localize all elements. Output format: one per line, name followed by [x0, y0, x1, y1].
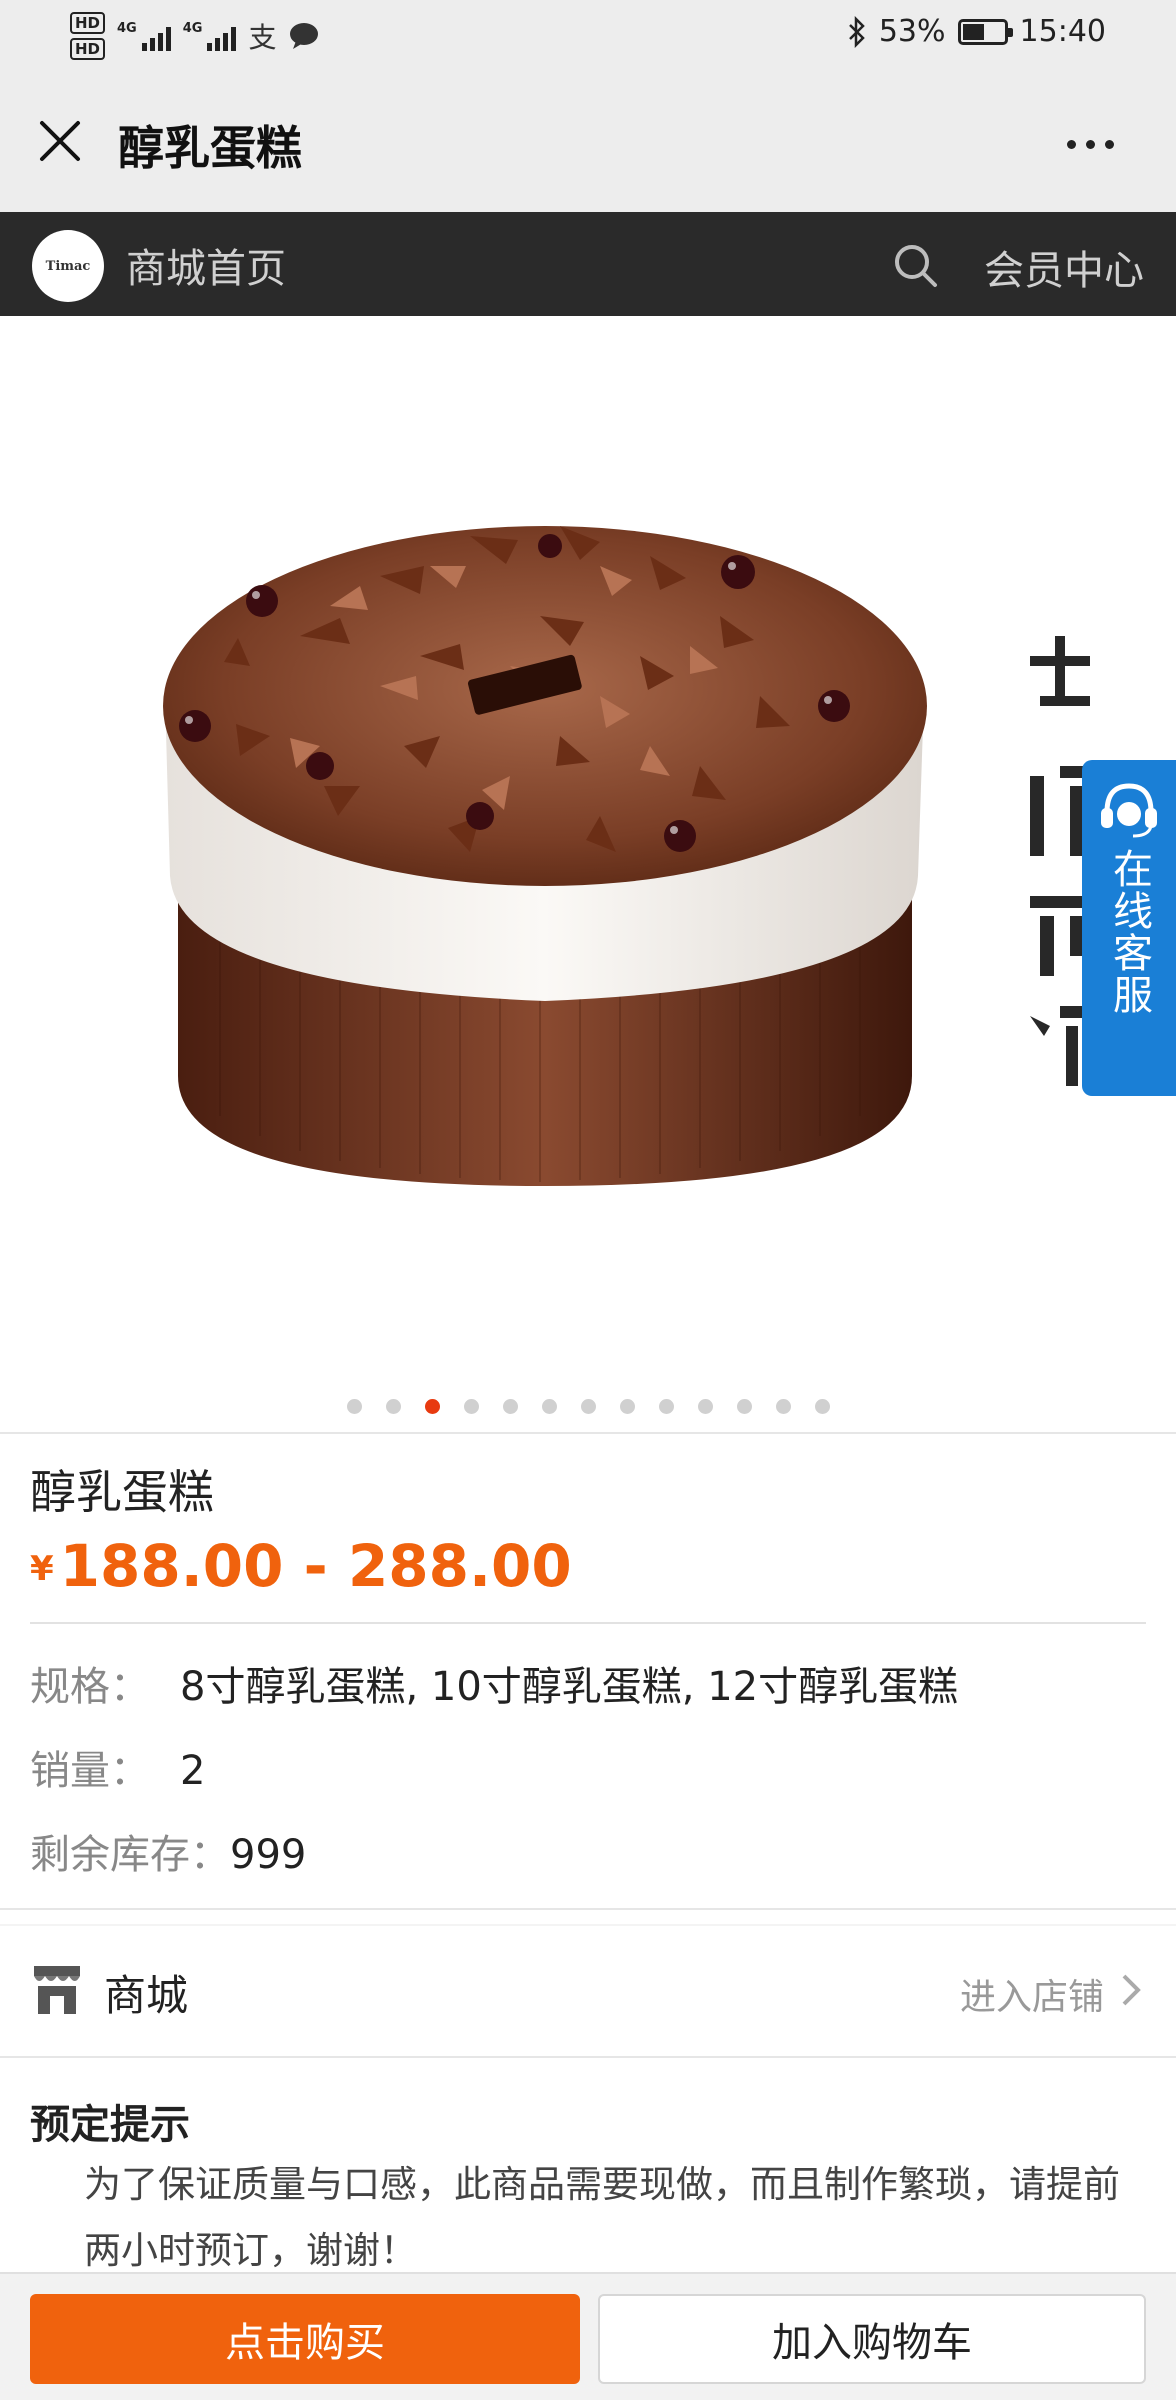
gallery-dot[interactable] [463, 1399, 479, 1414]
close-icon [40, 121, 80, 161]
mall-nav-bar: Timac 商城首页 会员中心 [0, 212, 1176, 316]
mall-logo[interactable]: Timac [32, 230, 104, 302]
gallery-dot[interactable] [580, 1399, 596, 1414]
stock-label: 剩余库存： [30, 1832, 230, 1878]
price-range: 188.00 - 288.00 [59, 1532, 572, 1600]
buy-now-button[interactable]: 点击购买 [30, 2294, 580, 2384]
divider [0, 1908, 1176, 1910]
gallery-dot[interactable] [736, 1399, 752, 1414]
product-name: 醇乳蛋糕 [30, 1465, 214, 1519]
gallery-dot[interactable] [346, 1399, 362, 1414]
more-button[interactable] [1050, 124, 1130, 164]
product-gallery[interactable] [0, 316, 1176, 1434]
product-image [163, 526, 1100, 1186]
headset-icon [1101, 783, 1157, 838]
more-icon [1066, 139, 1076, 149]
battery-percent: 53% [878, 14, 946, 49]
mall-home-link[interactable]: 商城首页 [126, 236, 286, 294]
signal-icon-2: 4G [183, 21, 237, 51]
product-price: ¥188.00 - 288.00 [30, 1532, 572, 1600]
gallery-dot[interactable] [619, 1399, 635, 1414]
status-right: 53% 15:40 [847, 14, 1106, 49]
hd-badge-1: HD [70, 12, 106, 34]
spec-label: 规格： [30, 1664, 150, 1710]
gallery-dot[interactable] [697, 1399, 713, 1414]
gallery-dot[interactable] [424, 1399, 440, 1414]
currency-symbol: ¥ [30, 1549, 54, 1589]
gallery-pagination [0, 1399, 1176, 1414]
clock: 15:40 [1019, 14, 1106, 49]
message-icon [290, 23, 319, 49]
status-bar: HD HD 4G 4G 支 53% 15:40 [0, 0, 1176, 72]
enter-shop-link[interactable]: 进入店铺 [960, 1968, 1104, 2020]
hd-icon: HD HD [70, 12, 106, 60]
sales-row: 销量： 2 [30, 1738, 205, 1796]
online-customer-service-button[interactable]: 在线客服 [1082, 760, 1176, 1096]
gallery-dot[interactable] [775, 1399, 791, 1414]
mall-logo-text: Timac [45, 258, 91, 274]
search-button[interactable] [888, 238, 944, 294]
hd-badge-2: HD [70, 38, 106, 60]
gallery-dot[interactable] [502, 1399, 518, 1414]
member-center-link[interactable]: 会员中心 [984, 238, 1144, 296]
signal-icon: 4G [117, 21, 171, 51]
shop-name: 商城 [104, 1971, 189, 2020]
shop-row[interactable]: 商城 进入店铺 [0, 1926, 1176, 2056]
alipay-icon: 支 [248, 21, 277, 54]
add-to-cart-button[interactable]: 加入购物车 [598, 2294, 1146, 2384]
search-icon [895, 245, 937, 287]
battery-icon [957, 18, 1013, 45]
sales-label: 销量： [30, 1748, 150, 1794]
page-title: 醇乳蛋糕 [118, 121, 302, 175]
booking-notice-body: 为了保证质量与口感，此商品需要现做，而且制作繁琐，请提前两小时预订，谢谢！ [84, 2163, 1120, 2272]
divider [30, 1622, 1146, 1624]
network-type-2: 4G [182, 21, 203, 36]
gallery-dot[interactable] [385, 1399, 401, 1414]
more-icon-dot [1085, 139, 1095, 149]
bottom-action-bar: 点击购买 加入购物车 [0, 2272, 1176, 2400]
battery-fill [962, 23, 984, 40]
title-bar: 醇乳蛋糕 [0, 72, 1176, 212]
store-icon [34, 1966, 80, 2014]
close-button[interactable] [30, 106, 90, 176]
stock-value: 999 [230, 1832, 307, 1878]
spec-row: 规格： 8寸醇乳蛋糕, 10寸醇乳蛋糕, 12寸醇乳蛋糕 [30, 1654, 958, 1712]
customer-service-label: 在线客服 [1106, 848, 1152, 1016]
gallery-dot[interactable] [658, 1399, 674, 1414]
more-icon-dot [1104, 139, 1114, 149]
divider [0, 1432, 1176, 1434]
chevron-right-icon [1122, 1974, 1141, 2006]
gallery-dot[interactable] [541, 1399, 557, 1414]
status-left: HD HD 4G 4G 支 [70, 8, 320, 64]
gallery-dot[interactable] [814, 1399, 830, 1414]
booking-notice-title: 预定提示 [30, 2102, 190, 2148]
network-type-1: 4G [117, 21, 137, 36]
sales-value: 2 [180, 1748, 206, 1794]
spec-value: 8寸醇乳蛋糕, 10寸醇乳蛋糕, 12寸醇乳蛋糕 [180, 1664, 959, 1710]
stock-row: 剩余库存：999 [30, 1822, 306, 1880]
divider [0, 2056, 1176, 2058]
bluetooth-icon [848, 15, 865, 48]
